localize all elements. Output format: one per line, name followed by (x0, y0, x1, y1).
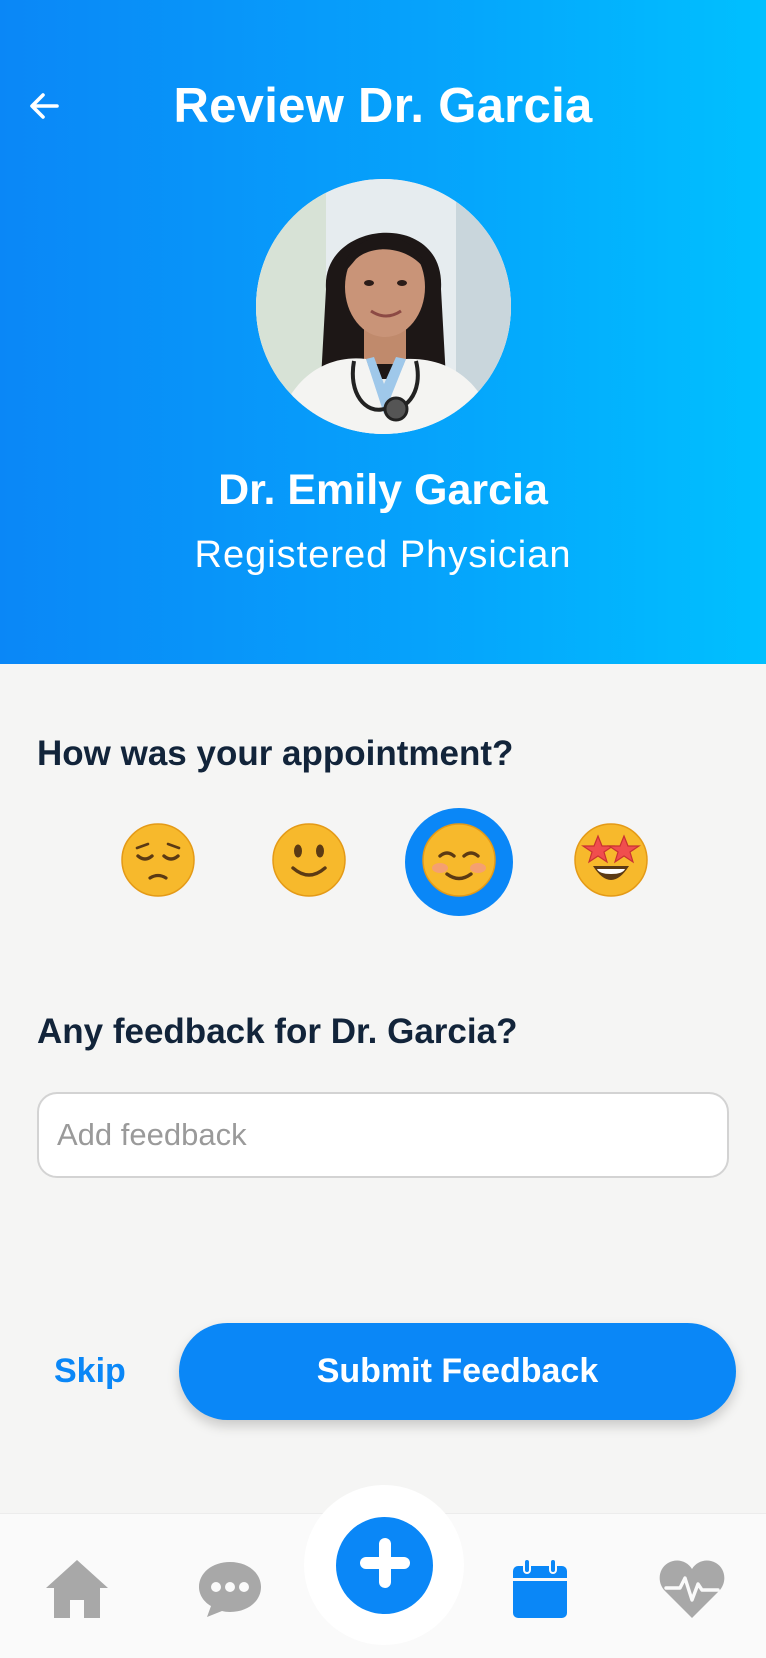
submit-feedback-button[interactable]: Submit Feedback (179, 1323, 736, 1420)
nav-appointments[interactable] (503, 1554, 577, 1628)
calendar-icon (511, 1557, 569, 1625)
add-button[interactable] (336, 1517, 433, 1614)
rating-option-pensive[interactable] (104, 808, 212, 916)
rating-question: How was your appointment? (37, 734, 514, 773)
star-struck-face-icon (573, 822, 649, 903)
rating-option-smiling-selected[interactable] (405, 808, 513, 916)
chat-icon (196, 1559, 264, 1624)
rating-option-star-struck[interactable] (557, 808, 665, 916)
nav-home[interactable] (40, 1554, 114, 1628)
nav-messages[interactable] (193, 1554, 267, 1628)
rating-option-slightly-smiling[interactable] (255, 808, 363, 916)
skip-button[interactable]: Skip (54, 1352, 126, 1391)
home-icon (44, 1558, 110, 1625)
feedback-input[interactable] (37, 1092, 729, 1178)
doctor-name: Dr. Emily Garcia (218, 466, 548, 514)
nav-health[interactable] (655, 1554, 729, 1628)
doctor-avatar (256, 179, 511, 434)
doctor-role: Registered Physician (194, 534, 572, 576)
pensive-face-icon (120, 822, 196, 903)
heart-pulse-icon (658, 1558, 726, 1625)
smiling-face-icon (421, 822, 497, 903)
add-icon (356, 1534, 414, 1597)
page-title: Review Dr. Garcia (173, 79, 593, 133)
feedback-question: Any feedback for Dr. Garcia? (37, 1012, 518, 1051)
slightly-smiling-face-icon (271, 822, 347, 903)
header: Review Dr. Garcia Dr. Emily Garcia Regis… (0, 0, 766, 664)
